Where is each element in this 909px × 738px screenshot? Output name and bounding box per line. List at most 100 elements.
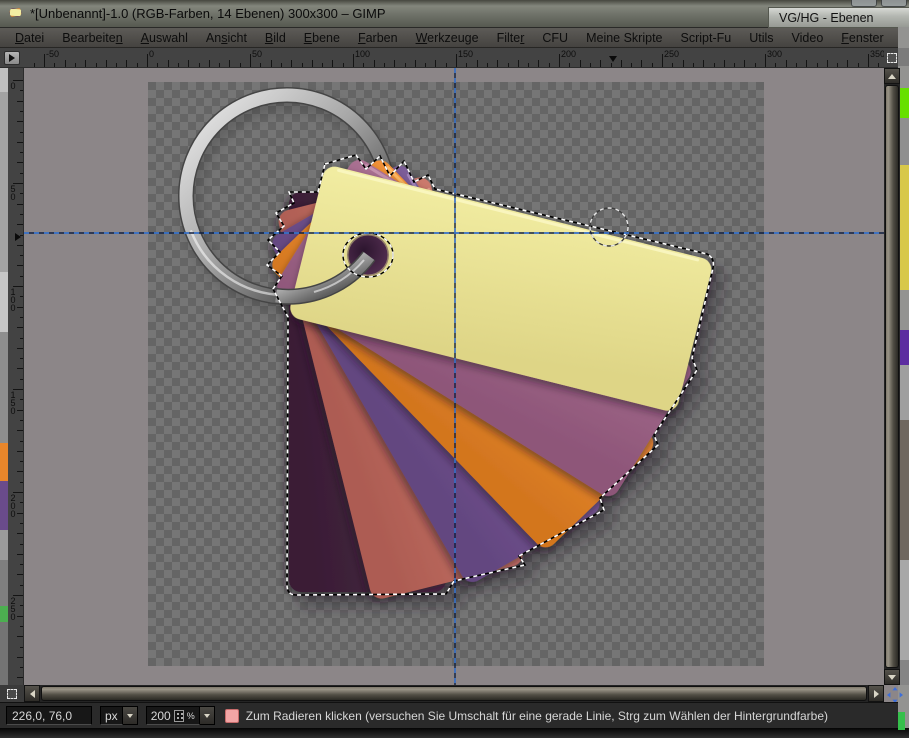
menu-bearbeiten[interactable]: Bearbeiten [53, 29, 131, 47]
menu-bar: DateiBearbeitenAuswahlAnsichtBildEbeneFa… [0, 28, 898, 48]
ruler-tick [621, 60, 622, 67]
ruler-tick [20, 152, 23, 153]
layers-dialog-title-bar[interactable]: VG/HG - Ebenen [768, 7, 909, 28]
ruler-label: 0 [9, 82, 17, 90]
ruler-tick [549, 63, 550, 67]
menu-werkzeuge[interactable]: Werkzeuge [407, 29, 488, 47]
scroll-down-button[interactable] [884, 669, 900, 685]
image-canvas[interactable] [24, 68, 884, 685]
horizontal-ruler[interactable]: -50050100150200250300350 [24, 48, 884, 68]
unit-value: px [105, 709, 118, 723]
ruler-tick [20, 111, 23, 112]
ruler-tick [126, 60, 127, 67]
ruler-tick [250, 54, 251, 67]
tool-hint-message: Zum Radieren klicken (versuchen Sie Umsc… [246, 709, 828, 723]
arrow-down-icon [888, 675, 896, 680]
window-fragment [898, 48, 909, 66]
ruler-tick [85, 60, 86, 67]
unit-dropdown-button[interactable] [123, 706, 138, 725]
ruler-tick [786, 60, 787, 67]
ruler-label: 100 [9, 288, 17, 312]
menu-ansicht[interactable]: Ansicht [197, 29, 256, 47]
image-menu-button[interactable] [4, 51, 20, 65]
zoom-combo[interactable]: 200 % [146, 706, 215, 725]
menu-farben[interactable]: Farben [349, 29, 407, 47]
ruler-tick [425, 63, 426, 67]
scroll-up-button[interactable] [884, 68, 900, 84]
zoom-dropdown-button[interactable] [200, 706, 215, 725]
menu-utils[interactable]: Utils [740, 29, 782, 47]
ruler-tick [765, 54, 766, 67]
ruler-tick [538, 60, 539, 67]
scroll-left-button[interactable] [24, 685, 40, 702]
ruler-tick [384, 63, 385, 67]
ruler-tick [17, 204, 23, 205]
ruler-tick [466, 63, 467, 67]
chevron-down-icon [204, 714, 210, 718]
ruler-tick [590, 63, 591, 67]
menu-cfu[interactable]: CFU [533, 29, 577, 47]
window-fragment [0, 622, 8, 685]
ruler-tick [446, 63, 447, 67]
window-fragment [0, 332, 8, 443]
horizontal-scrollbar[interactable] [24, 685, 884, 702]
menu-script-fu[interactable]: Script-Fu [672, 29, 741, 47]
window-fragment [0, 560, 8, 606]
arrow-right-icon [874, 690, 879, 698]
ruler-tick [394, 60, 395, 67]
active-brush-color-chip [225, 709, 239, 723]
ruler-tick [703, 60, 704, 67]
ruler-tick [353, 54, 354, 67]
window-title: *[Unbenannt]-1.0 (RGB-Farben, 14 Ebenen)… [30, 6, 386, 21]
ruler-tick [17, 513, 23, 514]
ruler-tick [518, 60, 519, 67]
scroll-right-button[interactable] [868, 685, 884, 702]
window-fragment [0, 606, 8, 622]
ruler-tick [734, 63, 735, 67]
ruler-tick [641, 60, 642, 67]
toolbox-window-sliver [0, 68, 8, 685]
window-fragment [0, 92, 8, 272]
ruler-label: 50 [9, 185, 17, 201]
menu-fenster[interactable]: Fenster [832, 29, 892, 47]
ruler-tick [20, 585, 23, 586]
vertical-ruler[interactable]: 050100150200250 [8, 68, 24, 685]
window-bottom-edge [0, 728, 909, 738]
ruler-tick [435, 60, 436, 67]
ruler-tick [405, 63, 406, 67]
background-color-fragment [898, 712, 905, 730]
ruler-tick [178, 63, 179, 67]
status-bar: 226,0, 76,0 px 200 % Zum Radieren klicke… [0, 702, 898, 728]
menu-video[interactable]: Video [783, 29, 833, 47]
horizontal-scrollbar-thumb[interactable] [41, 686, 867, 701]
ruler-tick [20, 214, 23, 215]
menu-filter[interactable]: Filter [488, 29, 534, 47]
menu-auswahl[interactable]: Auswahl [132, 29, 197, 47]
ruler-tick [312, 60, 313, 67]
menu-bild[interactable]: Bild [256, 29, 295, 47]
ruler-tick [34, 63, 35, 67]
ruler-tick [631, 63, 632, 67]
ruler-label: 300 [767, 49, 782, 59]
ruler-label: 50 [252, 49, 262, 59]
ruler-tick [796, 63, 797, 67]
ruler-tick [17, 574, 23, 575]
ruler-tick [240, 63, 241, 67]
ruler-tick [332, 60, 333, 67]
ruler-tick [20, 399, 23, 400]
ruler-tick [693, 63, 694, 67]
ruler-tick [20, 255, 23, 256]
ruler-tick [20, 502, 23, 503]
quick-mask-toggle[interactable] [0, 685, 24, 702]
vertical-scrollbar-thumb[interactable] [885, 85, 899, 668]
unit-combo[interactable]: px [100, 706, 138, 725]
ruler-tick [363, 63, 364, 67]
ruler-tick [17, 162, 23, 163]
vertical-scrollbar[interactable] [884, 68, 900, 685]
ruler-tick [322, 63, 323, 67]
menu-datei[interactable]: Datei [6, 29, 53, 47]
ruler-tick [20, 132, 23, 133]
menu-ebene[interactable]: Ebene [295, 29, 349, 47]
ruler-tick [652, 63, 653, 67]
menu-meine-skripte[interactable]: Meine Skripte [577, 29, 671, 47]
